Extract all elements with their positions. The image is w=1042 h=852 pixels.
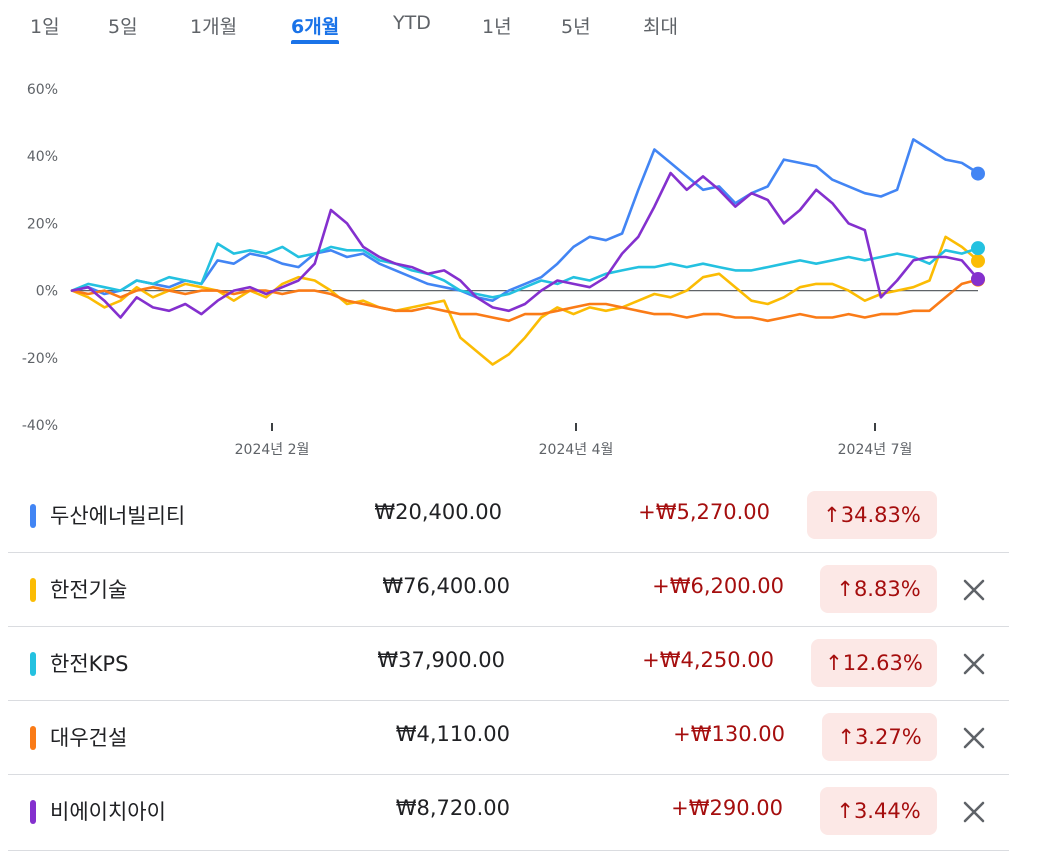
x-tick-label: 2024년 2월 [235, 442, 310, 458]
series-line [70, 171, 980, 319]
stock-change: +₩290.00 [671, 796, 783, 820]
stock-row[interactable]: 한전KPS ₩37,900.00 +₩4,250.00 ↑12.63% [8, 628, 1009, 701]
close-icon [963, 653, 985, 675]
series-line [70, 278, 980, 323]
series-line [70, 138, 980, 302]
remove-stock-button[interactable] [960, 650, 988, 678]
stock-row[interactable]: 비에이치아이 ₩8,720.00 +₩290.00 ↑3.44% [8, 776, 1009, 851]
tab-max[interactable]: 최대 [643, 12, 678, 39]
comparison-chart[interactable]: 60% 40% 20% 0% -20% -40% 2024년 2월 2024년 4월 2024년… [0, 70, 1042, 470]
stock-change: +₩4,250.00 [642, 648, 774, 672]
series-end-marker [971, 253, 985, 268]
tab-1y[interactable]: 1년 [482, 12, 512, 39]
y-tick-label: 40% [27, 149, 58, 165]
stock-change: +₩130.00 [673, 722, 785, 746]
close-icon [963, 801, 985, 823]
close-icon [963, 579, 985, 601]
remove-stock-button[interactable] [960, 576, 988, 604]
series-color-swatch [30, 800, 36, 824]
stock-price: ₩37,900.00 [377, 648, 505, 672]
active-tab-indicator [291, 40, 339, 44]
tab-1m[interactable]: 1개월 [190, 12, 237, 39]
remove-stock-button[interactable] [960, 724, 988, 752]
stock-price: ₩8,720.00 [395, 796, 510, 820]
stock-name: 두산에너빌리티 [50, 504, 186, 528]
y-tick-label: -40% [22, 418, 58, 434]
percent-change-badge: ↑34.83% [807, 491, 937, 539]
stock-change: +₩6,200.00 [652, 574, 784, 598]
tab-5y[interactable]: 5년 [561, 12, 591, 39]
time-range-tabs: 1일 5일 1개월 6개월 YTD 1년 5년 최대 [0, 0, 1042, 52]
close-icon [963, 727, 985, 749]
series-end-marker [971, 166, 985, 181]
series-line [70, 235, 980, 366]
percent-change-badge: ↑3.27% [822, 713, 937, 761]
series-end-marker [971, 272, 985, 287]
series-color-swatch [30, 504, 36, 528]
stock-row[interactable]: 한전기술 ₩76,400.00 +₩6,200.00 ↑8.83% [8, 554, 1009, 627]
stock-price: ₩20,400.00 [374, 500, 502, 524]
stock-row[interactable]: 두산에너빌리티 ₩20,400.00 +₩5,270.00 ↑34.83% [8, 480, 1009, 553]
x-tick-label: 2024년 7월 [838, 442, 913, 458]
stock-name: 한전KPS [50, 652, 129, 676]
stock-name: 대우건설 [50, 726, 128, 750]
y-tick-label: 20% [27, 216, 58, 232]
stock-name: 한전기술 [50, 578, 128, 602]
percent-change-badge: ↑3.44% [820, 787, 937, 835]
stock-change: +₩5,270.00 [638, 500, 770, 524]
stock-name: 비에이치아이 [50, 800, 166, 824]
series-color-swatch [30, 652, 36, 676]
stock-price: ₩76,400.00 [382, 574, 510, 598]
series-end-marker [971, 241, 985, 256]
tab-6m[interactable]: 6개월 [291, 12, 339, 39]
y-tick-label: -20% [22, 351, 58, 367]
y-tick-label: 60% [27, 82, 58, 98]
y-tick-label: 0% [36, 284, 58, 300]
percent-change-badge: ↑12.63% [811, 639, 937, 687]
stock-row[interactable]: 대우건설 ₩4,110.00 +₩130.00 ↑3.27% [8, 702, 1009, 775]
tab-ytd[interactable]: YTD [393, 12, 431, 34]
series-color-swatch [30, 578, 36, 602]
stock-price: ₩4,110.00 [395, 722, 510, 746]
percent-change-badge: ↑8.83% [820, 565, 937, 613]
series-color-swatch [30, 726, 36, 750]
tab-1d[interactable]: 1일 [30, 12, 60, 39]
x-tick-label: 2024년 4월 [539, 442, 614, 458]
remove-stock-button[interactable] [960, 798, 988, 826]
tab-5d[interactable]: 5일 [108, 12, 138, 39]
